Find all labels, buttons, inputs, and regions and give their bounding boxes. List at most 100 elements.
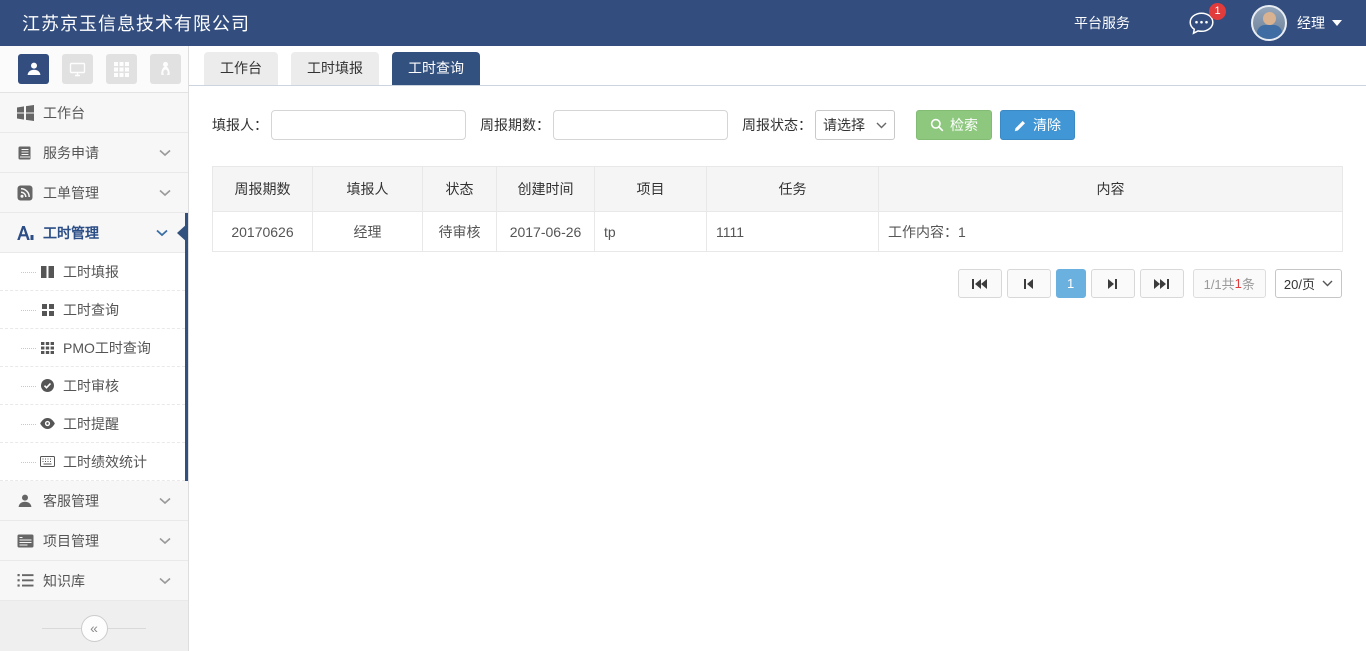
avatar[interactable] — [1251, 5, 1287, 41]
search-button[interactable]: 检索 — [916, 110, 992, 140]
card-icon — [15, 532, 35, 550]
cell-period: 20170626 — [213, 212, 313, 252]
tab-content: 填报人： 周报期数： 周报状态： 请选择 检索 清除 — [189, 86, 1366, 322]
chevron-down-icon — [159, 189, 171, 197]
sidebar-collapse-button[interactable]: « — [81, 615, 108, 642]
tab-bar: 工作台 工时填报 工时查询 — [189, 46, 1366, 86]
last-page-button[interactable] — [1140, 269, 1184, 298]
col-header-task: 任务 — [707, 167, 879, 212]
table-row[interactable]: 20170626 经理 待审核 2017-06-26 tp 1111 工作内容：… — [213, 212, 1343, 252]
double-chevron-left-icon: « — [90, 620, 98, 636]
tab-workbench[interactable]: 工作台 — [204, 52, 278, 85]
col-header-project: 项目 — [595, 167, 707, 212]
cell-reporter: 经理 — [313, 212, 423, 252]
sidebar-group-time-management: 工时管理 工时填报 工时查询 PMO工时查询 — [0, 213, 188, 481]
sidebar-item-pmo-time-query[interactable]: PMO工时查询 — [0, 329, 185, 367]
period-label: 周报期数： — [480, 115, 550, 135]
check-circle-icon — [40, 379, 55, 393]
reporter-label: 填报人： — [212, 115, 268, 135]
grid-3x3-icon — [40, 341, 55, 355]
sidebar-item-label: 工时提醒 — [63, 414, 119, 434]
col-header-content: 内容 — [879, 167, 1343, 212]
clear-button[interactable]: 清除 — [1000, 110, 1075, 140]
reporter-input[interactable] — [271, 110, 466, 140]
chevron-down-icon — [876, 122, 887, 129]
pencil-icon — [1014, 119, 1027, 132]
sidebar-item-time-management[interactable]: 工时管理 — [0, 213, 185, 253]
prev-page-button[interactable] — [1007, 269, 1051, 298]
next-page-icon — [1106, 278, 1119, 290]
sidebar-item-workbench[interactable]: 工作台 — [0, 93, 188, 133]
period-input[interactable] — [553, 110, 728, 140]
active-group-arrow — [177, 223, 188, 243]
sidebar-item-customer-service[interactable]: 客服管理 — [0, 481, 188, 521]
page-size-select[interactable]: 20/页 — [1275, 269, 1342, 298]
sidebar-item-label: 工时管理 — [43, 223, 99, 243]
page-summary-prefix: 1/1共 — [1204, 274, 1235, 293]
person-icon — [15, 492, 35, 510]
chevron-down-icon — [159, 537, 171, 545]
clear-button-label: 清除 — [1033, 115, 1061, 135]
next-page-button[interactable] — [1091, 269, 1135, 298]
time-management-submenu: 工时填报 工时查询 PMO工时查询 工时审核 工时提醒 — [0, 253, 185, 481]
tab-time-entry[interactable]: 工时填报 — [291, 52, 379, 85]
windows-icon — [15, 104, 35, 122]
sidebar-item-label: 客服管理 — [43, 491, 99, 511]
page-summary-suffix: 条 — [1242, 274, 1255, 293]
pagination: 1 1/1共1条 20/页 — [212, 269, 1342, 298]
quick-grid-button[interactable] — [106, 54, 137, 84]
sidebar-item-time-query[interactable]: 工时查询 — [0, 291, 185, 329]
sidebar-item-time-review[interactable]: 工时审核 — [0, 367, 185, 405]
platform-service-link[interactable]: 平台服务 — [1074, 13, 1130, 33]
penguin-icon — [158, 61, 173, 77]
sidebar: 工作台 服务申请 工单管理 工时管理 工时填报 — [0, 46, 189, 651]
eye-icon — [40, 417, 55, 431]
rss-icon — [15, 184, 35, 202]
user-menu[interactable]: 经理 — [1251, 5, 1342, 41]
cell-project: tp — [595, 212, 707, 252]
sidebar-item-time-entry[interactable]: 工时填报 — [0, 253, 185, 291]
first-page-button[interactable] — [958, 269, 1002, 298]
sidebar-quick-icons — [0, 46, 188, 93]
grid-icon — [114, 62, 129, 77]
keyboard-icon — [40, 455, 55, 469]
sidebar-item-time-reminder[interactable]: 工时提醒 — [0, 405, 185, 443]
sidebar-item-label: PMO工时查询 — [63, 338, 151, 358]
sidebar-item-project-management[interactable]: 项目管理 — [0, 521, 188, 561]
grid-2x2-icon — [40, 303, 55, 317]
filter-form: 填报人： 周报期数： 周报状态： 请选择 检索 清除 — [212, 110, 1343, 140]
sidebar-item-label: 项目管理 — [43, 531, 99, 551]
cell-task: 1111 — [707, 212, 879, 252]
status-select-value: 请选择 — [823, 115, 865, 135]
sidebar-item-label: 工时审核 — [63, 376, 119, 396]
ordered-list-icon — [15, 572, 35, 590]
main-area: 工作台 工时填报 工时查询 填报人： 周报期数： 周报状态： 请选择 检索 — [189, 46, 1366, 651]
tab-time-query[interactable]: 工时查询 — [392, 52, 480, 85]
status-select[interactable]: 请选择 — [815, 110, 895, 140]
results-table: 周报期数 填报人 状态 创建时间 项目 任务 内容 20170626 经理 待审… — [212, 166, 1343, 252]
sidebar-item-label: 工作台 — [43, 103, 85, 123]
sidebar-item-time-performance-stats[interactable]: 工时绩效统计 — [0, 443, 185, 481]
sidebar-item-service-request[interactable]: 服务申请 — [0, 133, 188, 173]
sidebar-item-work-orders[interactable]: 工单管理 — [0, 173, 188, 213]
current-page-button[interactable]: 1 — [1056, 269, 1086, 298]
sidebar-item-label: 工单管理 — [43, 183, 99, 203]
sidebar-item-label: 服务申请 — [43, 143, 99, 163]
font-a-icon — [15, 224, 35, 242]
cell-content: 工作内容：1 — [879, 212, 1343, 252]
chevron-down-icon — [1322, 280, 1333, 287]
chevron-down-icon — [1332, 20, 1342, 26]
page-size-value: 20/页 — [1284, 274, 1315, 293]
messages-button[interactable]: 1 — [1188, 11, 1215, 36]
chevron-down-icon — [156, 229, 168, 237]
page-summary: 1/1共1条 — [1193, 269, 1266, 298]
table-header-row: 周报期数 填报人 状态 创建时间 项目 任务 内容 — [213, 167, 1343, 212]
quick-user-button[interactable] — [18, 54, 49, 84]
quick-penguin-button[interactable] — [150, 54, 181, 84]
book-icon — [15, 144, 35, 162]
chevron-down-icon — [159, 497, 171, 505]
quick-monitor-button[interactable] — [62, 54, 93, 84]
sidebar-item-knowledge-base[interactable]: 知识库 — [0, 561, 188, 601]
chevron-down-icon — [159, 149, 171, 157]
sidebar-item-label: 工时绩效统计 — [63, 452, 147, 472]
